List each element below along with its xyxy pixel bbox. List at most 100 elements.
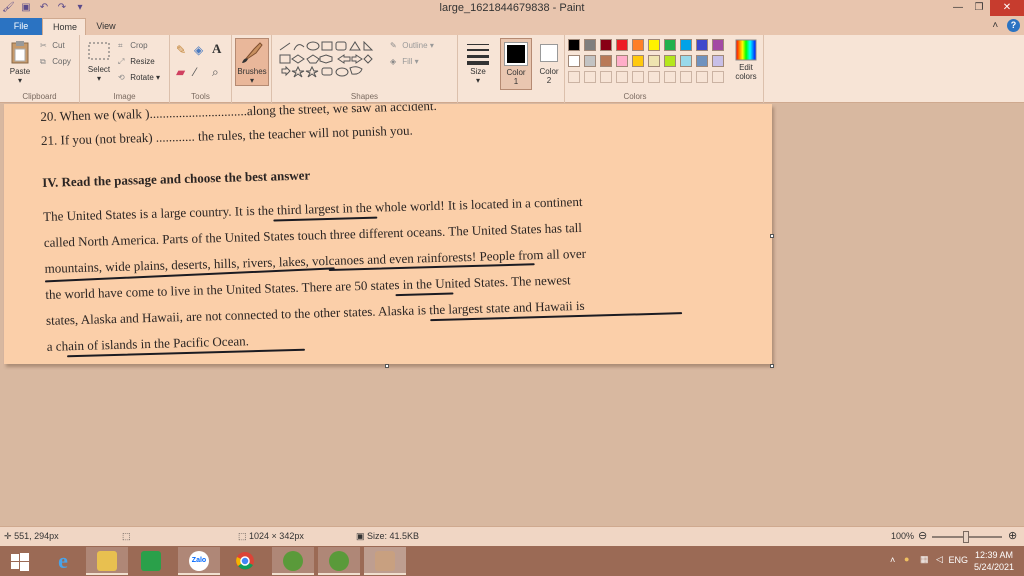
green-app-icon: [329, 551, 349, 571]
resize-handle-corner[interactable]: [770, 364, 774, 368]
tab-view[interactable]: View: [86, 18, 126, 35]
palette-swatch[interactable]: [664, 39, 676, 51]
palette-custom-slot[interactable]: [600, 71, 612, 83]
palette-swatch[interactable]: [648, 55, 660, 67]
canvas-area[interactable]: 20. When we (walk ).....................…: [0, 104, 1024, 526]
restore-button[interactable]: ❐: [966, 0, 992, 16]
palette-custom-slot[interactable]: [680, 71, 692, 83]
palette-swatch[interactable]: [584, 39, 596, 51]
taskbar-paint[interactable]: [364, 547, 406, 575]
taskbar-store[interactable]: [130, 547, 172, 575]
palette-custom-slot[interactable]: [632, 71, 644, 83]
crop-button[interactable]: ⌗ Crop: [118, 41, 148, 51]
taskbar-app-green-2[interactable]: [318, 547, 360, 575]
minimize-ribbon-icon[interactable]: ˄: [992, 20, 998, 31]
edit-colors-button[interactable]: Edit colors: [731, 39, 761, 81]
taskbar-file-explorer[interactable]: [86, 547, 128, 575]
taskbar-zalo[interactable]: Zalo: [178, 547, 220, 575]
palette-custom-slot[interactable]: [648, 71, 660, 83]
palette-custom-slot[interactable]: [664, 71, 676, 83]
clipboard-group-label: Clipboard: [22, 92, 57, 101]
windows-logo-icon: [11, 553, 29, 571]
help-icon[interactable]: ?: [1007, 19, 1020, 32]
edit-colors-icon: [735, 39, 757, 61]
palette-swatch[interactable]: [616, 39, 628, 51]
color1-label: Color: [506, 68, 526, 77]
text-tool-icon[interactable]: A: [212, 41, 221, 57]
copy-button[interactable]: ⧉ Copy: [40, 57, 71, 67]
tab-file[interactable]: File: [0, 18, 42, 35]
color1-swatch: [504, 42, 528, 66]
resize-handle-right[interactable]: [770, 234, 774, 238]
palette-swatch[interactable]: [616, 55, 628, 67]
tab-home[interactable]: Home: [42, 18, 86, 35]
palette-swatch[interactable]: [664, 55, 676, 67]
palette-swatch[interactable]: [568, 55, 580, 67]
zoom-in-icon[interactable]: ⊕: [1008, 529, 1017, 542]
image-canvas[interactable]: 20. When we (walk ).....................…: [4, 104, 772, 364]
outline-icon: ✎: [390, 41, 397, 50]
start-button[interactable]: [0, 547, 42, 575]
zoom-slider-thumb[interactable]: [963, 531, 969, 543]
window-title: large_1621844679838 - Paint: [439, 2, 585, 14]
taskbar-chrome[interactable]: [224, 547, 266, 575]
palette-swatch[interactable]: [696, 55, 708, 67]
pencil-icon[interactable]: ✎: [176, 43, 186, 57]
palette-swatch[interactable]: [600, 39, 612, 51]
fill-button[interactable]: ◈ Fill ▾: [390, 57, 419, 66]
cut-button[interactable]: ✂ Cut: [40, 41, 65, 50]
palette-swatch[interactable]: [680, 39, 692, 51]
palette-custom-slot[interactable]: [616, 71, 628, 83]
tray-app-icon[interactable]: ●: [904, 554, 909, 564]
taskbar-internet-explorer[interactable]: e: [42, 547, 84, 575]
taskbar-app-green-1[interactable]: [272, 547, 314, 575]
size-button[interactable]: Size ▾: [462, 41, 494, 85]
shapes-gallery[interactable]: [278, 41, 390, 85]
volume-icon[interactable]: ◁: [936, 554, 943, 565]
fill-bucket-icon[interactable]: ◈: [194, 43, 203, 57]
palette-swatch[interactable]: [632, 55, 644, 67]
taskbar: e Zalo ˄ ● ▦ ◁ ENG 12:39 AM 5/24/2021: [0, 546, 1024, 576]
palette-swatch[interactable]: [568, 39, 580, 51]
palette-custom-slot[interactable]: [712, 71, 724, 83]
palette-swatch[interactable]: [680, 55, 692, 67]
color-picker-icon[interactable]: ⁄: [194, 65, 196, 79]
outline-button[interactable]: ✎ Outline ▾: [390, 41, 434, 50]
color2-button[interactable]: Color 2: [534, 38, 564, 90]
palette-swatch[interactable]: [584, 55, 596, 67]
edit-colors-line1: Edit: [739, 63, 753, 72]
paste-button[interactable]: Paste ▾: [6, 39, 34, 85]
disk-icon: ▣: [356, 531, 365, 541]
palette-swatch[interactable]: [696, 39, 708, 51]
scissors-icon: ✂: [40, 41, 47, 50]
palette-swatch[interactable]: [632, 39, 644, 51]
palette-custom-slot[interactable]: [568, 71, 580, 83]
select-dropdown-icon: ▾: [96, 74, 101, 83]
network-icon[interactable]: ▦: [920, 554, 929, 565]
resize-button[interactable]: ⤢ Resize: [118, 57, 155, 67]
palette-custom-slot[interactable]: [584, 71, 596, 83]
resize-label: Resize: [130, 57, 155, 66]
rotate-button[interactable]: ⟲ Rotate ▾: [118, 73, 160, 82]
palette-swatch[interactable]: [712, 55, 724, 67]
show-hidden-icons-icon[interactable]: ˄: [890, 555, 895, 565]
palette-swatch[interactable]: [648, 39, 660, 51]
brushes-button[interactable]: Brushes ▾: [235, 38, 269, 86]
resize-handle-bottom[interactable]: [385, 364, 389, 368]
resize-icon: ⤢: [118, 57, 125, 66]
language-indicator[interactable]: ENG: [948, 555, 968, 565]
select-label: Select: [87, 65, 111, 74]
zoom-out-icon[interactable]: ⊖: [918, 529, 927, 542]
zalo-icon: Zalo: [189, 551, 209, 571]
palette-custom-slot[interactable]: [696, 71, 708, 83]
palette-swatch[interactable]: [712, 39, 724, 51]
crop-label: Crop: [130, 41, 148, 50]
clock[interactable]: 12:39 AM 5/24/2021: [974, 549, 1014, 573]
close-button[interactable]: ✕: [990, 0, 1024, 16]
select-button[interactable]: Select ▾: [84, 41, 114, 83]
color1-button[interactable]: Color 1: [500, 38, 532, 90]
palette-swatch[interactable]: [600, 55, 612, 67]
eraser-icon[interactable]: ▰: [176, 65, 185, 79]
magnifier-icon[interactable]: ⌕: [212, 65, 219, 80]
color2-label: Color: [539, 67, 559, 76]
